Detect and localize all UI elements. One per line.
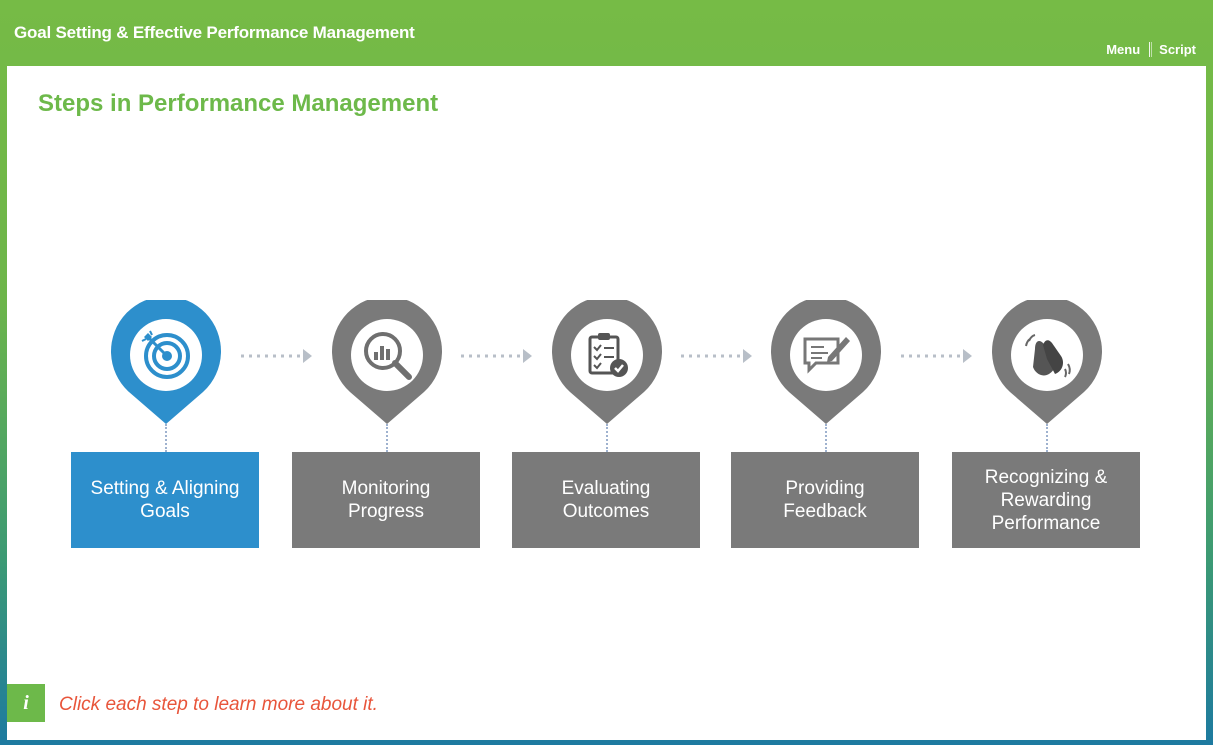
info-icon: i: [7, 684, 45, 722]
page-title: Steps in Performance Management: [38, 90, 439, 117]
step-pin: [332, 300, 442, 424]
step-label-box: Setting & Aligning Goals: [71, 452, 259, 548]
step-pin: [771, 300, 881, 424]
step-setting-goals[interactable]: Setting & Aligning Goals: [71, 300, 261, 548]
step-label-box: Providing Feedback: [731, 452, 919, 548]
script-link[interactable]: Script: [1159, 42, 1196, 57]
app-frame: Goal Setting & Effective Performance Man…: [0, 0, 1213, 745]
magnifier-chart-icon: [361, 329, 413, 381]
step-recognizing-performance[interactable]: Recognizing & Rewarding Performance: [952, 300, 1142, 548]
step-label-box: Recognizing & Rewarding Performance: [952, 452, 1140, 548]
step-connector: [606, 424, 608, 452]
step-providing-feedback[interactable]: Providing Feedback: [731, 300, 921, 548]
step-connector: [825, 424, 827, 452]
course-title: Goal Setting & Effective Performance Man…: [14, 23, 415, 42]
step-pin: [992, 300, 1102, 424]
header-bar: Goal Setting & Effective Performance Man…: [0, 0, 1213, 66]
nav-divider: [1149, 42, 1151, 57]
step-pin: [552, 300, 662, 424]
step-label-box: Monitoring Progress: [292, 452, 480, 548]
step-connector: [386, 424, 388, 452]
step-connector: [1046, 424, 1048, 452]
clipboard-check-icon: [581, 329, 633, 381]
content-panel: Steps in Performance Management Setting …: [7, 66, 1206, 740]
step-connector: [165, 424, 167, 452]
step-pin: [111, 300, 221, 424]
step-label-box: Evaluating Outcomes: [512, 452, 700, 548]
step-monitoring-progress[interactable]: Monitoring Progress: [292, 300, 482, 548]
instruction-text: Click each step to learn more about it.: [59, 694, 378, 715]
clapping-hands-icon: [1021, 329, 1073, 381]
top-nav: Menu Script: [1106, 42, 1196, 57]
menu-link[interactable]: Menu: [1106, 42, 1140, 57]
step-evaluating-outcomes[interactable]: Evaluating Outcomes: [512, 300, 702, 548]
target-icon: [140, 329, 192, 381]
feedback-icon: [800, 329, 852, 381]
